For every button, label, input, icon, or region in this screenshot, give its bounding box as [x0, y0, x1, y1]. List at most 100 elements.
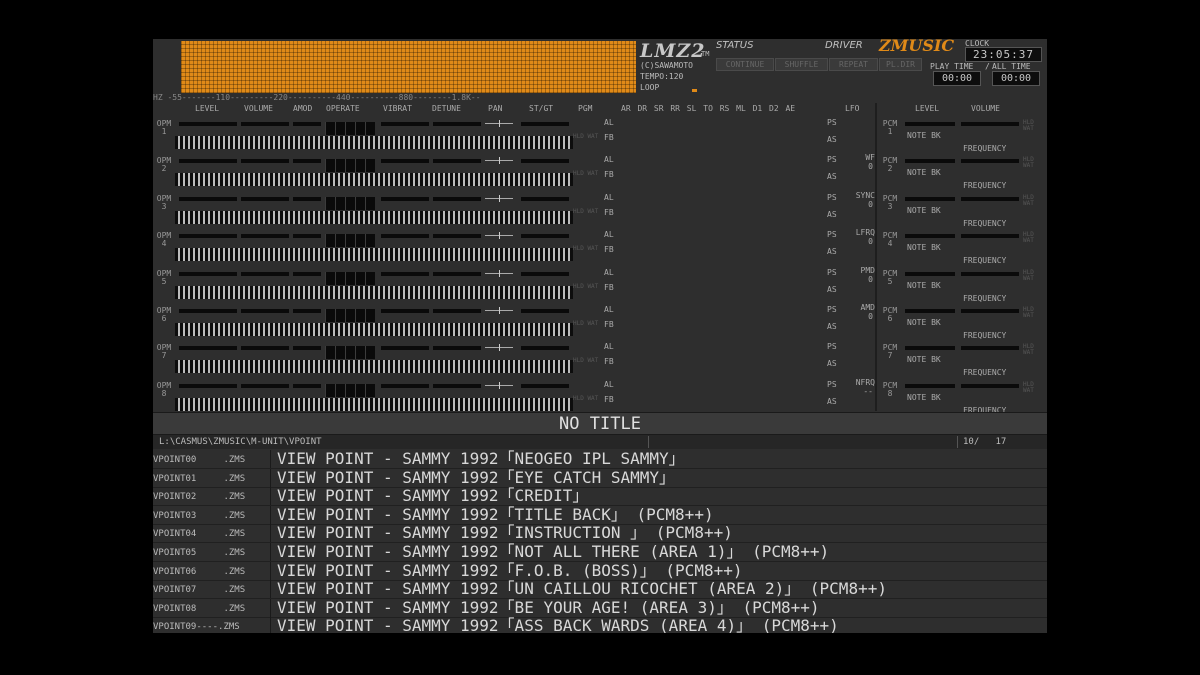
lfo-param-label: PMD [860, 265, 875, 275]
track-title: VIEW POINT - SAMMY 1992「NOT ALL THERE (A… [277, 542, 830, 561]
row-separator [270, 543, 271, 561]
operator-indicator [365, 271, 375, 285]
channel-number: 4 [161, 239, 167, 249]
row-separator [270, 505, 271, 524]
path-field [648, 436, 958, 448]
hld-wat-text: HLD WAT [1023, 343, 1034, 357]
as-label: AS [827, 135, 837, 144]
keyboard-display [175, 323, 573, 336]
row-separator [270, 487, 271, 506]
col-vibrat: VIBRAT [383, 104, 412, 113]
ps-label: PS [827, 267, 837, 277]
fb-label: FB [604, 320, 614, 329]
detune-meter [433, 383, 481, 388]
channel-number: 7 [161, 351, 167, 361]
lfo-param-value: 0 [868, 199, 873, 209]
pcm-channel-row: PCM 3 NOTE BK FREQUENCY HLD WAT [877, 189, 1047, 228]
pan-marker [499, 232, 500, 240]
track-title: VIEW POINT - SAMMY 1992「EYE CATCH SAMMY」 [277, 467, 676, 487]
pcm-channel-label: PCM 3 [880, 194, 900, 211]
pcm-level-meter [905, 196, 955, 201]
lfo-param-label: LFRQ [855, 228, 875, 238]
pcm-volume-meter [961, 309, 1019, 313]
st-gt-meter [521, 122, 569, 126]
al-label: AL [604, 379, 614, 389]
continue-toggle[interactable]: CONTINUE [716, 58, 774, 71]
file-list-row[interactable]: VPOINT09----.ZMS VIEW POINT - SAMMY 1992「… [153, 617, 1047, 633]
file-list-row[interactable]: VPOINT01 .ZMS VIEW POINT - SAMMY 1992「EYE… [153, 467, 1047, 488]
fb-label: FB [604, 282, 614, 292]
pcm-volume-meter [961, 271, 1019, 276]
keyboard-display [175, 136, 573, 149]
status-label: STATUS [716, 40, 754, 51]
detune-meter [433, 122, 481, 126]
file-list-row[interactable]: VPOINT08 .ZMS VIEW POINT - SAMMY 1992「BE … [153, 598, 1047, 618]
keyboard-display [175, 248, 573, 262]
channel-number: 7 [887, 351, 893, 361]
row-separator [270, 468, 271, 487]
as-label: AS [827, 172, 837, 182]
lfo-param-label: NFRQ [855, 377, 875, 387]
pcm-level-meter [905, 122, 955, 126]
pcm-volume-meter [961, 234, 1019, 239]
play-time-label: PLAY TIME [930, 62, 974, 71]
operator-indicator [325, 122, 335, 135]
pcm-volume-meter [961, 196, 1019, 201]
fb-label: FB [604, 245, 614, 255]
hz-scale: HZ -55-------110---------220----------44… [153, 93, 481, 102]
channel-number: 2 [161, 164, 167, 174]
zmusic-player-screen: LMZ2 TM (C)SAWAMOTO TEMPO:120 LOOP STATU… [153, 39, 1047, 633]
hld-wat-text: HLD WAT [1023, 306, 1034, 319]
loop-text: LOOP [640, 83, 660, 92]
file-list-row[interactable]: VPOINT05 .ZMS VIEW POINT - SAMMY 1992「NOT… [153, 543, 1047, 562]
track-title: VIEW POINT - SAMMY 1992「F.O.B. (BOSS)」 (… [277, 560, 743, 580]
al-label: AL [604, 192, 614, 202]
fm-channel-label: OPM 5 [154, 269, 174, 286]
detune-meter [433, 234, 481, 239]
amod-meter [293, 383, 321, 388]
directory-path: L:\CASMUS\ZMUSIC\M-UNIT\VPOINT [159, 437, 322, 447]
fm-channel-label: OPM 6 [154, 307, 174, 323]
pcm-level-meter [905, 346, 955, 351]
keyboard-display [175, 173, 573, 187]
file-list-row[interactable]: VPOINT00 .ZMS VIEW POINT - SAMMY 1992「NEO… [153, 450, 1047, 469]
hld-wat-text: HLD WAT [573, 282, 599, 290]
vibrato-meter [381, 122, 429, 126]
pcm-note-label: NOTE BK [907, 205, 941, 215]
file-name: VPOINT02 .ZMS [153, 492, 246, 503]
pcm-note-label: NOTE BK [907, 168, 941, 178]
pcm-level-meter [905, 383, 955, 388]
file-list-row[interactable]: VPOINT06 .ZMS VIEW POINT - SAMMY 1992「F.O… [153, 560, 1047, 581]
pcm-volume-meter [961, 159, 1019, 164]
fm-channel-row: OPM 1 HLD WAT AL FB PS AS [153, 114, 875, 151]
fb-label: FB [604, 207, 614, 217]
pl-dir-toggle[interactable]: PL.DIR [879, 58, 922, 71]
file-list-row[interactable]: VPOINT04 .ZMS VIEW POINT - SAMMY 1992「INS… [153, 524, 1047, 544]
file-list-row[interactable]: VPOINT03 .ZMS VIEW POINT - SAMMY 1992「TIT… [153, 505, 1047, 525]
shuffle-toggle[interactable]: SHUFFLE [775, 58, 828, 71]
repeat-toggle[interactable]: REPEAT [829, 58, 878, 71]
play-time-display: 00:00 [933, 71, 981, 86]
col-detune: DETUNE [432, 104, 461, 113]
pcm-channel-row: PCM 2 NOTE BK FREQUENCY HLD WAT [877, 151, 1047, 191]
pcm-channel-row: PCM 5 NOTE BK FREQUENCY HLD WAT [877, 264, 1047, 303]
channel-number: 2 [887, 164, 893, 174]
pan-marker [499, 381, 500, 389]
file-name: VPOINT06 .ZMS [153, 566, 246, 577]
keyboard-display [175, 397, 573, 411]
file-name: VPOINT07 .ZMS [153, 585, 246, 596]
col-level: LEVEL [195, 104, 220, 113]
operator-indicator [325, 309, 335, 322]
st-gt-meter [521, 309, 569, 313]
file-name: VPOINT09----.ZMS [153, 622, 240, 633]
volume-meter [241, 159, 289, 164]
channel-number: 5 [887, 276, 893, 286]
pcm-channel-label: PCM 5 [880, 269, 900, 286]
file-list-row[interactable]: VPOINT07 .ZMS VIEW POINT - SAMMY 1992「UN … [153, 580, 1047, 600]
row-separator [270, 450, 271, 468]
st-gt-meter [521, 271, 569, 276]
file-list-row[interactable]: VPOINT02 .ZMS VIEW POINT - SAMMY 1992「CRE… [153, 487, 1047, 507]
volume-meter [241, 309, 289, 313]
pcm-channel-label: PCM 2 [880, 157, 900, 173]
operator-indicator [345, 196, 355, 210]
